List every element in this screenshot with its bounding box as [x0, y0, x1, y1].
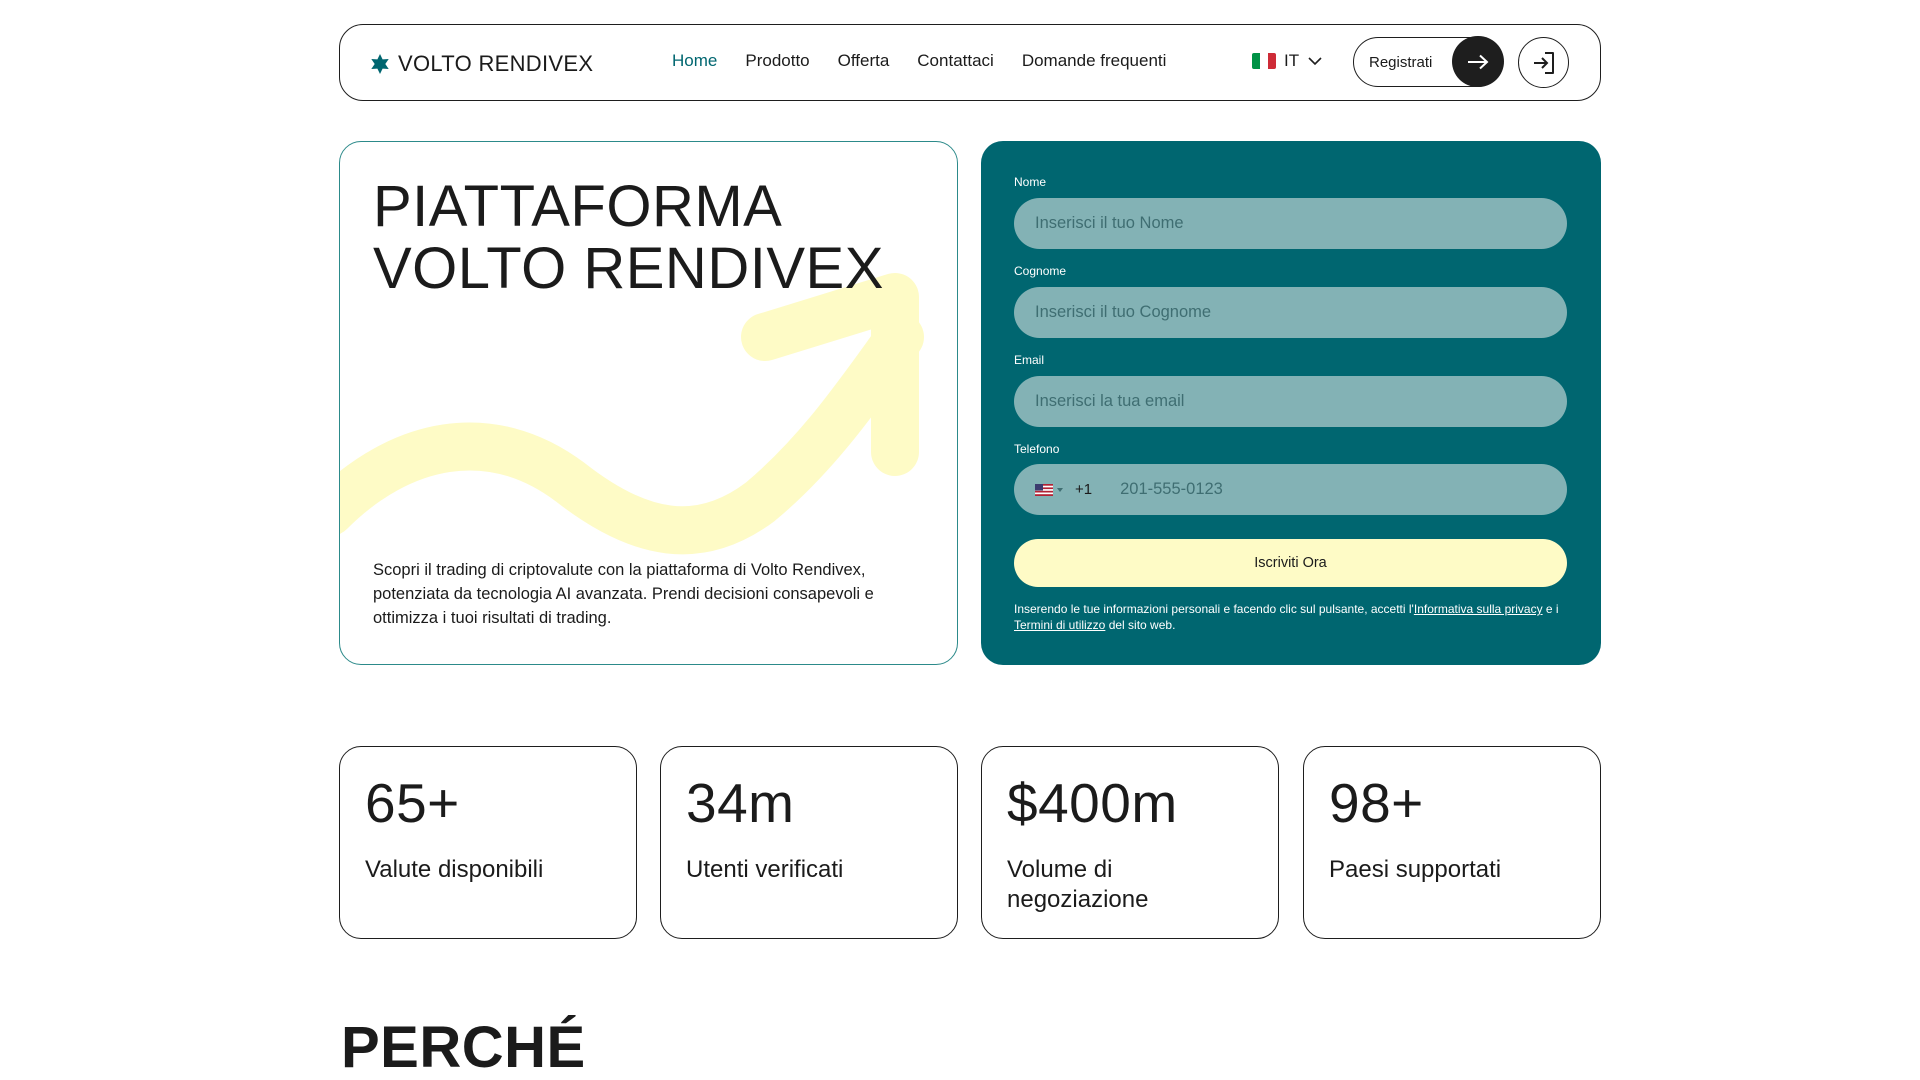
legal-prefix: Inserendo le tue informazioni personali … [1014, 602, 1414, 616]
signup-form: Nome Cognome Email Telefono +1 Iscriviti… [981, 141, 1601, 665]
hero-card: PIATTAFORMA VOLTO RENDIVEX Scopri il tra… [339, 141, 958, 665]
submit-button[interactable]: Iscriviti Ora [1014, 539, 1567, 587]
email-input[interactable] [1014, 376, 1567, 427]
stat-card: 34m Utenti verificati [660, 746, 958, 939]
phone-country-code: +1 [1075, 481, 1093, 498]
italy-flag-icon [1252, 53, 1276, 69]
section-title: PERCHÉ [341, 1015, 586, 1080]
language-code: IT [1284, 51, 1300, 70]
site-header: VOLTO RENDIVEX Home Prodotto Offerta Con… [339, 24, 1601, 101]
login-icon [1533, 51, 1554, 74]
legal-notice: Inserendo le tue informazioni personali … [1014, 601, 1574, 633]
login-button[interactable] [1518, 37, 1569, 88]
stat-value: 34m [686, 772, 795, 834]
legal-middle: e i [1542, 602, 1559, 616]
logo-text: VOLTO RENDIVEX [398, 51, 594, 76]
stat-label: Paesi supportati [1329, 856, 1502, 883]
stat-label: Volume di negoziazione [1007, 856, 1149, 913]
privacy-link[interactable]: Informativa sulla privacy [1414, 602, 1543, 616]
phone-field: +1 [1014, 464, 1567, 515]
stat-label: Utenti verificati [686, 856, 844, 883]
last-name-label: Cognome [1014, 264, 1067, 278]
phone-input[interactable] [1120, 469, 1521, 510]
legal-suffix: del sito web. [1105, 618, 1176, 632]
terms-link[interactable]: Termini di utilizzo [1014, 618, 1105, 632]
hero-title: PIATTAFORMA VOLTO RENDIVEX [373, 174, 884, 301]
first-name-label: Nome [1014, 175, 1047, 189]
us-flag-icon[interactable] [1035, 483, 1053, 496]
nav-domande-frequenti[interactable]: Domande frequenti [1022, 51, 1167, 71]
hero-description: Scopri il trading di criptovalute con la… [373, 561, 874, 627]
last-name-input[interactable] [1014, 287, 1567, 338]
logo[interactable]: VOLTO RENDIVEX [370, 51, 593, 77]
stat-value: 65+ [365, 772, 460, 834]
phone-label: Telefono [1014, 442, 1060, 456]
caret-down-icon [1057, 487, 1063, 492]
stat-value: $400m [1007, 772, 1178, 834]
stat-label: Valute disponibili [365, 856, 544, 883]
nav-contattaci[interactable]: Contattaci [917, 51, 994, 71]
nav-home[interactable]: Home [672, 51, 717, 71]
chevron-down-icon [1308, 57, 1322, 66]
stat-card: 98+ Paesi supportati [1303, 746, 1601, 939]
stat-card: $400m Volume di negoziazione [981, 746, 1279, 939]
language-selector[interactable]: IT [1252, 51, 1323, 71]
star-logo-icon [371, 54, 389, 74]
register-button[interactable]: Registrati [1353, 36, 1504, 87]
email-label: Email [1014, 353, 1045, 367]
nav-offerta[interactable]: Offerta [838, 51, 890, 71]
arrow-right-icon [1452, 36, 1504, 87]
main-nav: Home Prodotto Offerta Contattaci Domande… [672, 51, 1166, 71]
stat-card: 65+ Valute disponibili [339, 746, 637, 939]
nav-prodotto[interactable]: Prodotto [745, 51, 809, 71]
first-name-input[interactable] [1014, 198, 1567, 249]
register-label: Registrati [1369, 53, 1433, 71]
stat-value: 98+ [1329, 772, 1424, 834]
